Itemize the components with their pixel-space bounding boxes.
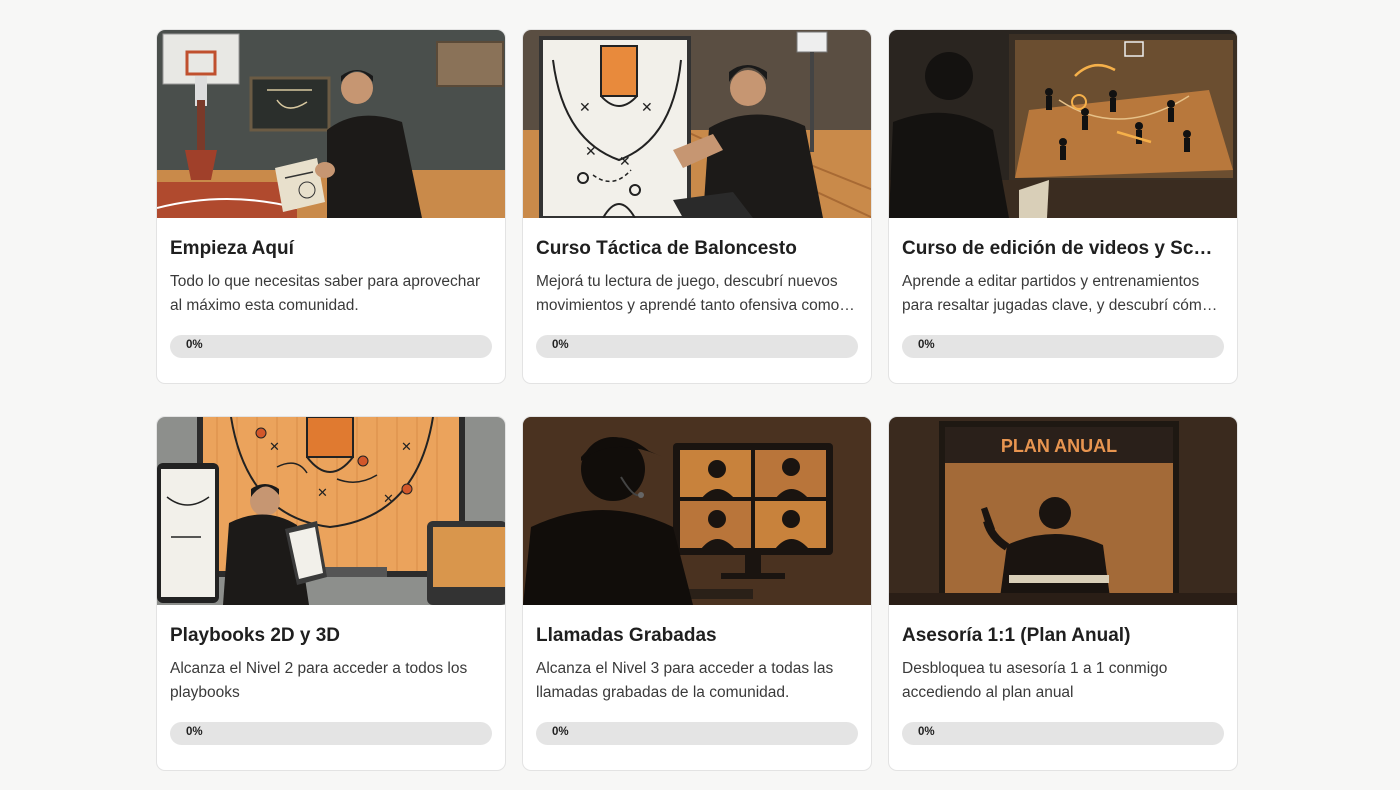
- course-description: Desbloquea tu asesoría 1 a 1 conmigo acc…: [902, 660, 1168, 701]
- svg-text:✕: ✕: [269, 440, 280, 455]
- progress-bar: 0%: [170, 722, 492, 745]
- course-description: Alcanza el Nivel 3 para acceder a todas …: [536, 660, 834, 701]
- course-card-playbooks[interactable]: ✕ ✕ ✕ ✕ Playbooks 2D y 3D Alcanza el Niv…: [156, 416, 506, 771]
- progress-bar: 0%: [536, 335, 858, 358]
- course-title: Llamadas Grabadas: [536, 625, 717, 646]
- svg-text:✕: ✕: [401, 440, 412, 455]
- progress-label: 0%: [918, 726, 935, 738]
- course-description: Mejorá tu lectura de juego, descubrí nue…: [536, 273, 840, 314]
- course-card-empieza-aqui[interactable]: Empieza Aquí Todo lo que necesitas saber…: [156, 29, 506, 384]
- coach-clipboard-illustration: [157, 30, 505, 218]
- plan-anual-thumbnail-text: PLAN ANUAL: [1001, 436, 1117, 456]
- progress-label: 0%: [186, 339, 203, 351]
- playbooks-illustration: ✕ ✕ ✕ ✕: [157, 417, 505, 605]
- progress-label: 0%: [552, 339, 569, 351]
- svg-text:✕: ✕: [641, 100, 653, 116]
- course-card-llamadas-grabadas[interactable]: Llamadas Grabadas Alcanza el Nivel 3 par…: [522, 416, 872, 771]
- course-thumbnail: [157, 30, 505, 218]
- progress-bar: 0%: [902, 722, 1224, 745]
- course-thumbnail: ✕ ✕ ✕ ✕: [523, 30, 871, 218]
- svg-text:✕: ✕: [585, 144, 597, 160]
- svg-text:✕: ✕: [317, 486, 328, 501]
- progress-bar: 0%: [170, 335, 492, 358]
- course-card-edicion-videos-scouting[interactable]: Curso de edición de videos y Scouting Ap…: [888, 29, 1238, 384]
- course-thumbnail: ✕ ✕ ✕ ✕: [157, 417, 505, 605]
- recorded-calls-illustration: [523, 417, 871, 605]
- progress-bar: 0%: [536, 722, 858, 745]
- course-thumbnail: PLAN ANUAL: [889, 417, 1237, 605]
- course-description: Aprende a editar partidos y entrenamient…: [902, 273, 1211, 314]
- course-title: Curso Táctica de Baloncesto: [536, 238, 797, 259]
- course-card-tactica-baloncesto[interactable]: ✕ ✕ ✕ ✕ Curso Táctica de Baloncesto Mejo…: [522, 29, 872, 384]
- course-title: Asesoría 1:1 (Plan Anual): [902, 625, 1131, 646]
- annual-plan-illustration: PLAN ANUAL: [889, 417, 1237, 605]
- course-title: Empieza Aquí: [170, 238, 294, 259]
- course-description: Alcanza el Nivel 2 para acceder a todos …: [170, 660, 468, 701]
- course-description: Todo lo que necesitas saber para aprovec…: [170, 273, 481, 314]
- progress-bar: 0%: [902, 335, 1224, 358]
- video-analysis-illustration: [889, 30, 1237, 218]
- course-card-asesoria-plan-anual[interactable]: PLAN ANUAL Asesoría 1:1 (Plan Anual) Des…: [888, 416, 1238, 771]
- course-grid: Empieza Aquí Todo lo que necesitas saber…: [156, 29, 1238, 771]
- progress-label: 0%: [186, 726, 203, 738]
- progress-label: 0%: [552, 726, 569, 738]
- course-thumbnail: [523, 417, 871, 605]
- svg-text:✕: ✕: [383, 492, 394, 507]
- course-title: Playbooks 2D y 3D: [170, 625, 341, 646]
- course-title: Curso de edición de videos y Scouting: [902, 238, 1224, 259]
- progress-label: 0%: [918, 339, 935, 351]
- svg-text:✕: ✕: [579, 100, 591, 116]
- course-thumbnail: [889, 30, 1237, 218]
- tactics-board-illustration: ✕ ✕ ✕ ✕: [523, 30, 871, 218]
- svg-text:✕: ✕: [619, 154, 631, 170]
